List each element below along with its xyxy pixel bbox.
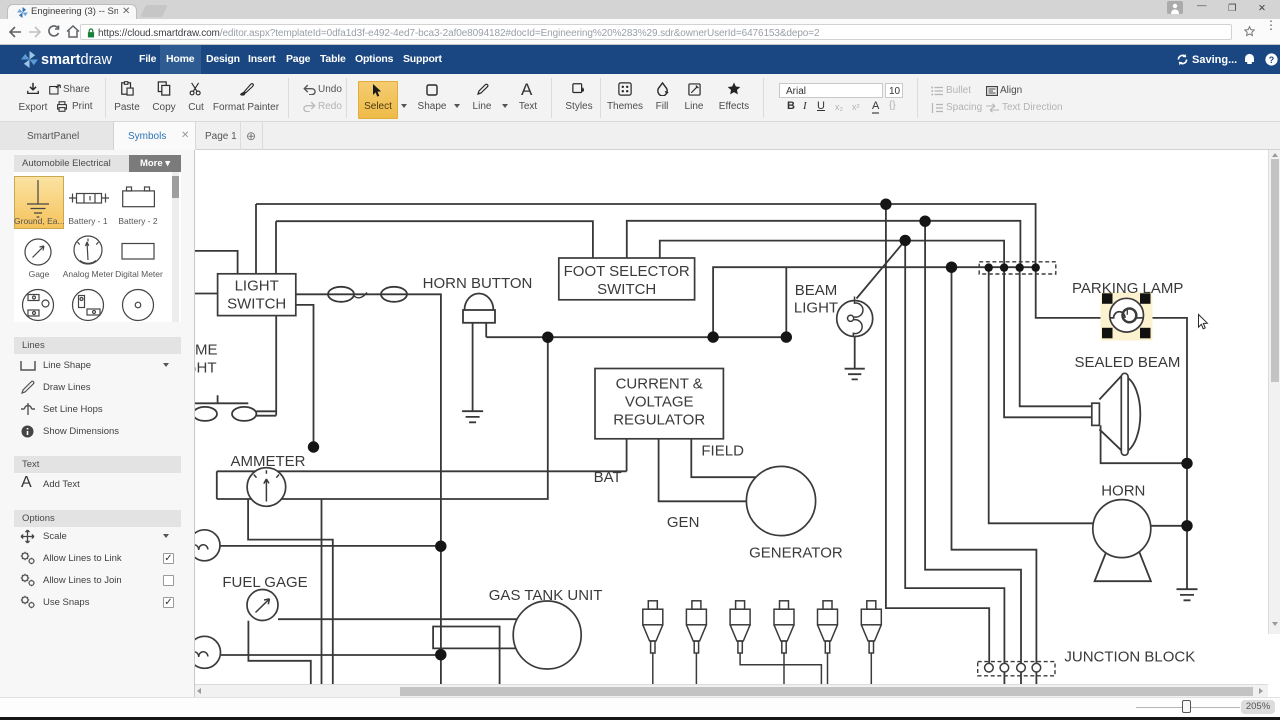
- svg-text:FUEL GAGE: FUEL GAGE: [222, 574, 307, 591]
- svg-text:FIELD: FIELD: [701, 442, 744, 459]
- svg-text:PARKING LAMP: PARKING LAMP: [1072, 280, 1183, 297]
- svg-text:LIGHT: LIGHT: [195, 360, 217, 377]
- svg-text:BAT: BAT: [594, 469, 622, 486]
- svg-text:DOME: DOME: [195, 342, 218, 359]
- svg-text:FOOT SELECTOR: FOOT SELECTOR: [564, 263, 690, 280]
- svg-text:SEALED BEAM: SEALED BEAM: [1074, 354, 1180, 371]
- svg-text:AMMETER: AMMETER: [231, 453, 306, 470]
- svg-text:JUNCTION BLOCK: JUNCTION BLOCK: [1064, 649, 1195, 666]
- svg-text:REGULATOR: REGULATOR: [613, 412, 705, 429]
- svg-text:GAS TANK UNIT: GAS TANK UNIT: [489, 587, 603, 604]
- svg-text:SWITCH: SWITCH: [597, 281, 656, 298]
- svg-text:HORN: HORN: [1101, 483, 1145, 500]
- svg-text:BEAM: BEAM: [795, 282, 838, 299]
- svg-text:LIGHT: LIGHT: [794, 300, 838, 317]
- svg-text:SWITCH: SWITCH: [227, 296, 286, 313]
- svg-text:HORN BUTTON: HORN BUTTON: [423, 275, 533, 292]
- svg-text:VOLTAGE: VOLTAGE: [625, 394, 694, 411]
- svg-text:?: ?: [1269, 55, 1274, 65]
- svg-text:CURRENT &: CURRENT &: [616, 376, 703, 393]
- svg-text:GENERATOR: GENERATOR: [749, 545, 843, 562]
- svg-text:GEN: GEN: [667, 514, 700, 531]
- svg-text:LIGHT: LIGHT: [235, 278, 279, 295]
